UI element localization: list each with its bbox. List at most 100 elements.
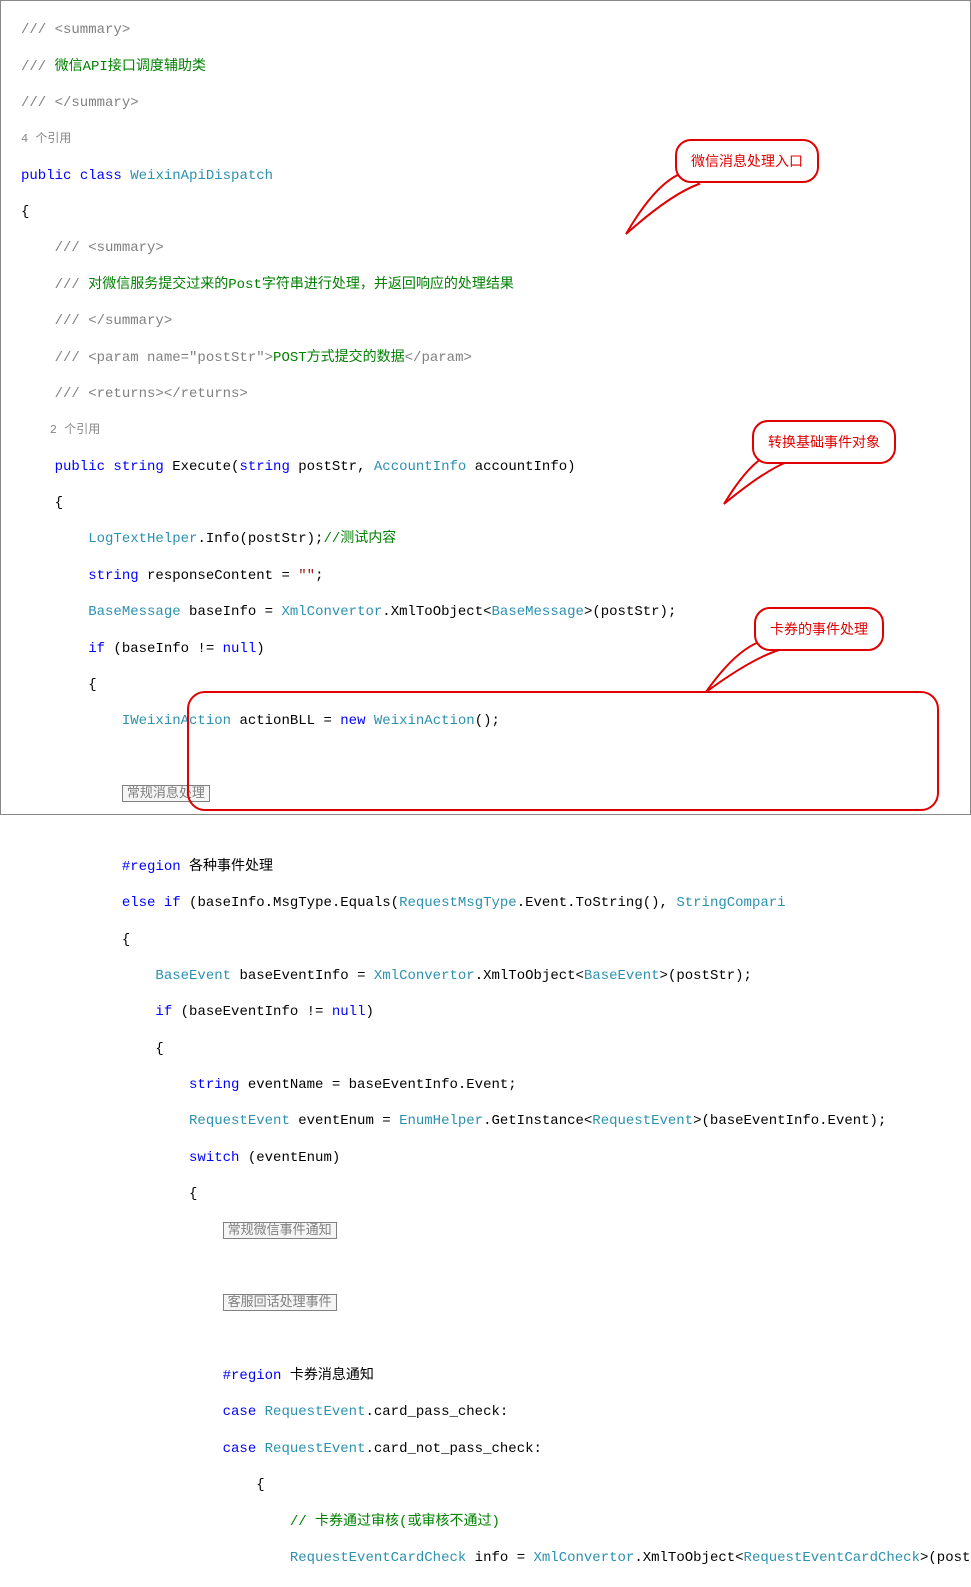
code: eventName = baseEventInfo.Event; xyxy=(239,1077,516,1093)
code: responseContent = xyxy=(139,568,299,584)
collapsed-region[interactable]: 客服回话处理事件 xyxy=(223,1294,337,1311)
keyword: null xyxy=(223,641,257,657)
blank xyxy=(21,1331,968,1349)
type: RequestEvent xyxy=(21,1113,290,1129)
keyword: public xyxy=(21,459,105,475)
code: (baseEventInfo != xyxy=(172,1004,332,1020)
brace: { xyxy=(21,1040,968,1058)
class-name: WeixinApiDispatch xyxy=(122,168,273,184)
xml-doc: /// </summary> xyxy=(21,95,139,111)
code: >(postStr); xyxy=(584,604,676,620)
type: RequestEventCardCheck xyxy=(744,1550,920,1566)
code: ) xyxy=(256,641,264,657)
xml-doc: /// xyxy=(21,59,55,75)
xml-doc: /// </summary> xyxy=(21,313,172,329)
xml-doc: </param> xyxy=(405,350,472,366)
type: RequestEvent xyxy=(256,1441,365,1457)
code: >(baseEventInfo.Event); xyxy=(693,1113,886,1129)
keyword: string xyxy=(21,568,139,584)
code: baseInfo = xyxy=(181,604,282,620)
type: XmlConvertor xyxy=(534,1550,635,1566)
param: postStr, xyxy=(290,459,374,475)
code: eventEnum = xyxy=(290,1113,399,1129)
type: LogTextHelper xyxy=(21,531,197,547)
type: BaseMessage xyxy=(21,604,181,620)
code: (eventEnum) xyxy=(239,1150,340,1166)
code: .XmlToObject< xyxy=(634,1550,743,1566)
doc-text: POST方式提交的数据 xyxy=(273,350,405,366)
collapsed-region[interactable]: 常规微信事件通知 xyxy=(223,1222,337,1239)
xml-doc: /// <summary> xyxy=(21,22,130,38)
type: BaseEvent xyxy=(584,968,660,984)
comment: //测试内容 xyxy=(323,531,396,547)
code: .card_pass_check: xyxy=(365,1404,508,1420)
codelens-refs[interactable]: 2 个引用 xyxy=(21,423,100,437)
code: .Info(postStr); xyxy=(197,531,323,547)
code: baseEventInfo = xyxy=(231,968,374,984)
indent xyxy=(21,1295,223,1311)
keyword: null xyxy=(332,1004,366,1020)
code: .Event.ToString(), xyxy=(517,895,677,911)
brace: { xyxy=(21,1476,968,1494)
annotation-callout-1: 微信消息处理入口 xyxy=(675,139,819,183)
doc-text: 微信API接口调度辅助类 xyxy=(55,59,206,75)
blank xyxy=(21,1258,968,1276)
code: (baseInfo != xyxy=(105,641,223,657)
keyword: if xyxy=(155,895,180,911)
type: EnumHelper xyxy=(399,1113,483,1129)
type: RequestEvent xyxy=(592,1113,693,1129)
annotation-callout-2: 转换基础事件对象 xyxy=(752,420,896,464)
code: ) xyxy=(365,1004,373,1020)
keyword: string xyxy=(21,1077,239,1093)
brace: { xyxy=(21,1185,968,1203)
indent xyxy=(21,1223,223,1239)
brace: { xyxy=(21,494,968,512)
comment: // 卡券通过审核(或审核不通过) xyxy=(290,1514,500,1530)
code: ; xyxy=(315,568,323,584)
xml-doc: /// xyxy=(21,277,88,293)
type: RequestEventCardCheck xyxy=(21,1550,466,1566)
type: RequestEvent xyxy=(256,1404,365,1420)
annotation-callout-3: 卡券的事件处理 xyxy=(754,607,884,651)
region: #region xyxy=(21,1368,281,1384)
code: .XmlToObject< xyxy=(382,604,491,620)
type: XmlConvertor xyxy=(374,968,475,984)
keyword: if xyxy=(21,1004,172,1020)
keyword: switch xyxy=(21,1150,239,1166)
keyword: string xyxy=(105,459,164,475)
brace: { xyxy=(21,931,968,949)
code: (baseInfo.MsgType.Equals( xyxy=(181,895,399,911)
keyword-public: public xyxy=(21,168,71,184)
region: #region xyxy=(21,859,181,875)
code: .GetInstance< xyxy=(483,1113,592,1129)
code: .XmlToObject< xyxy=(475,968,584,984)
type: AccountInfo xyxy=(374,459,466,475)
codelens-refs[interactable]: 4 个引用 xyxy=(21,132,71,146)
region-text: 各种事件处理 xyxy=(181,859,273,875)
indent xyxy=(21,1514,290,1530)
xml-doc: /// <param name="postStr"> xyxy=(21,350,273,366)
xml-doc: /// <returns></returns> xyxy=(21,386,248,402)
type: XmlConvertor xyxy=(281,604,382,620)
keyword-class: class xyxy=(71,168,121,184)
keyword: else xyxy=(21,895,155,911)
type: StringCompari xyxy=(676,895,785,911)
blank xyxy=(21,821,968,839)
brace: { xyxy=(21,203,968,221)
keyword: if xyxy=(21,641,105,657)
code: info = xyxy=(466,1550,533,1566)
string: "" xyxy=(298,568,315,584)
param: accountInfo) xyxy=(466,459,575,475)
code: >(postStr); xyxy=(920,1550,971,1566)
region-text: 卡券消息通知 xyxy=(281,1368,373,1384)
type: BaseEvent xyxy=(21,968,231,984)
code: .card_not_pass_check: xyxy=(365,1441,541,1457)
method-name: Execute( xyxy=(164,459,240,475)
type: RequestMsgType xyxy=(399,895,517,911)
keyword: case xyxy=(21,1404,256,1420)
type: BaseMessage xyxy=(492,604,584,620)
indent xyxy=(21,786,122,802)
doc-text: 对微信服务提交过来的Post字符串进行处理，并返回响应的处理结果 xyxy=(88,277,514,293)
highlight-frame xyxy=(187,691,939,811)
keyword: case xyxy=(21,1441,256,1457)
